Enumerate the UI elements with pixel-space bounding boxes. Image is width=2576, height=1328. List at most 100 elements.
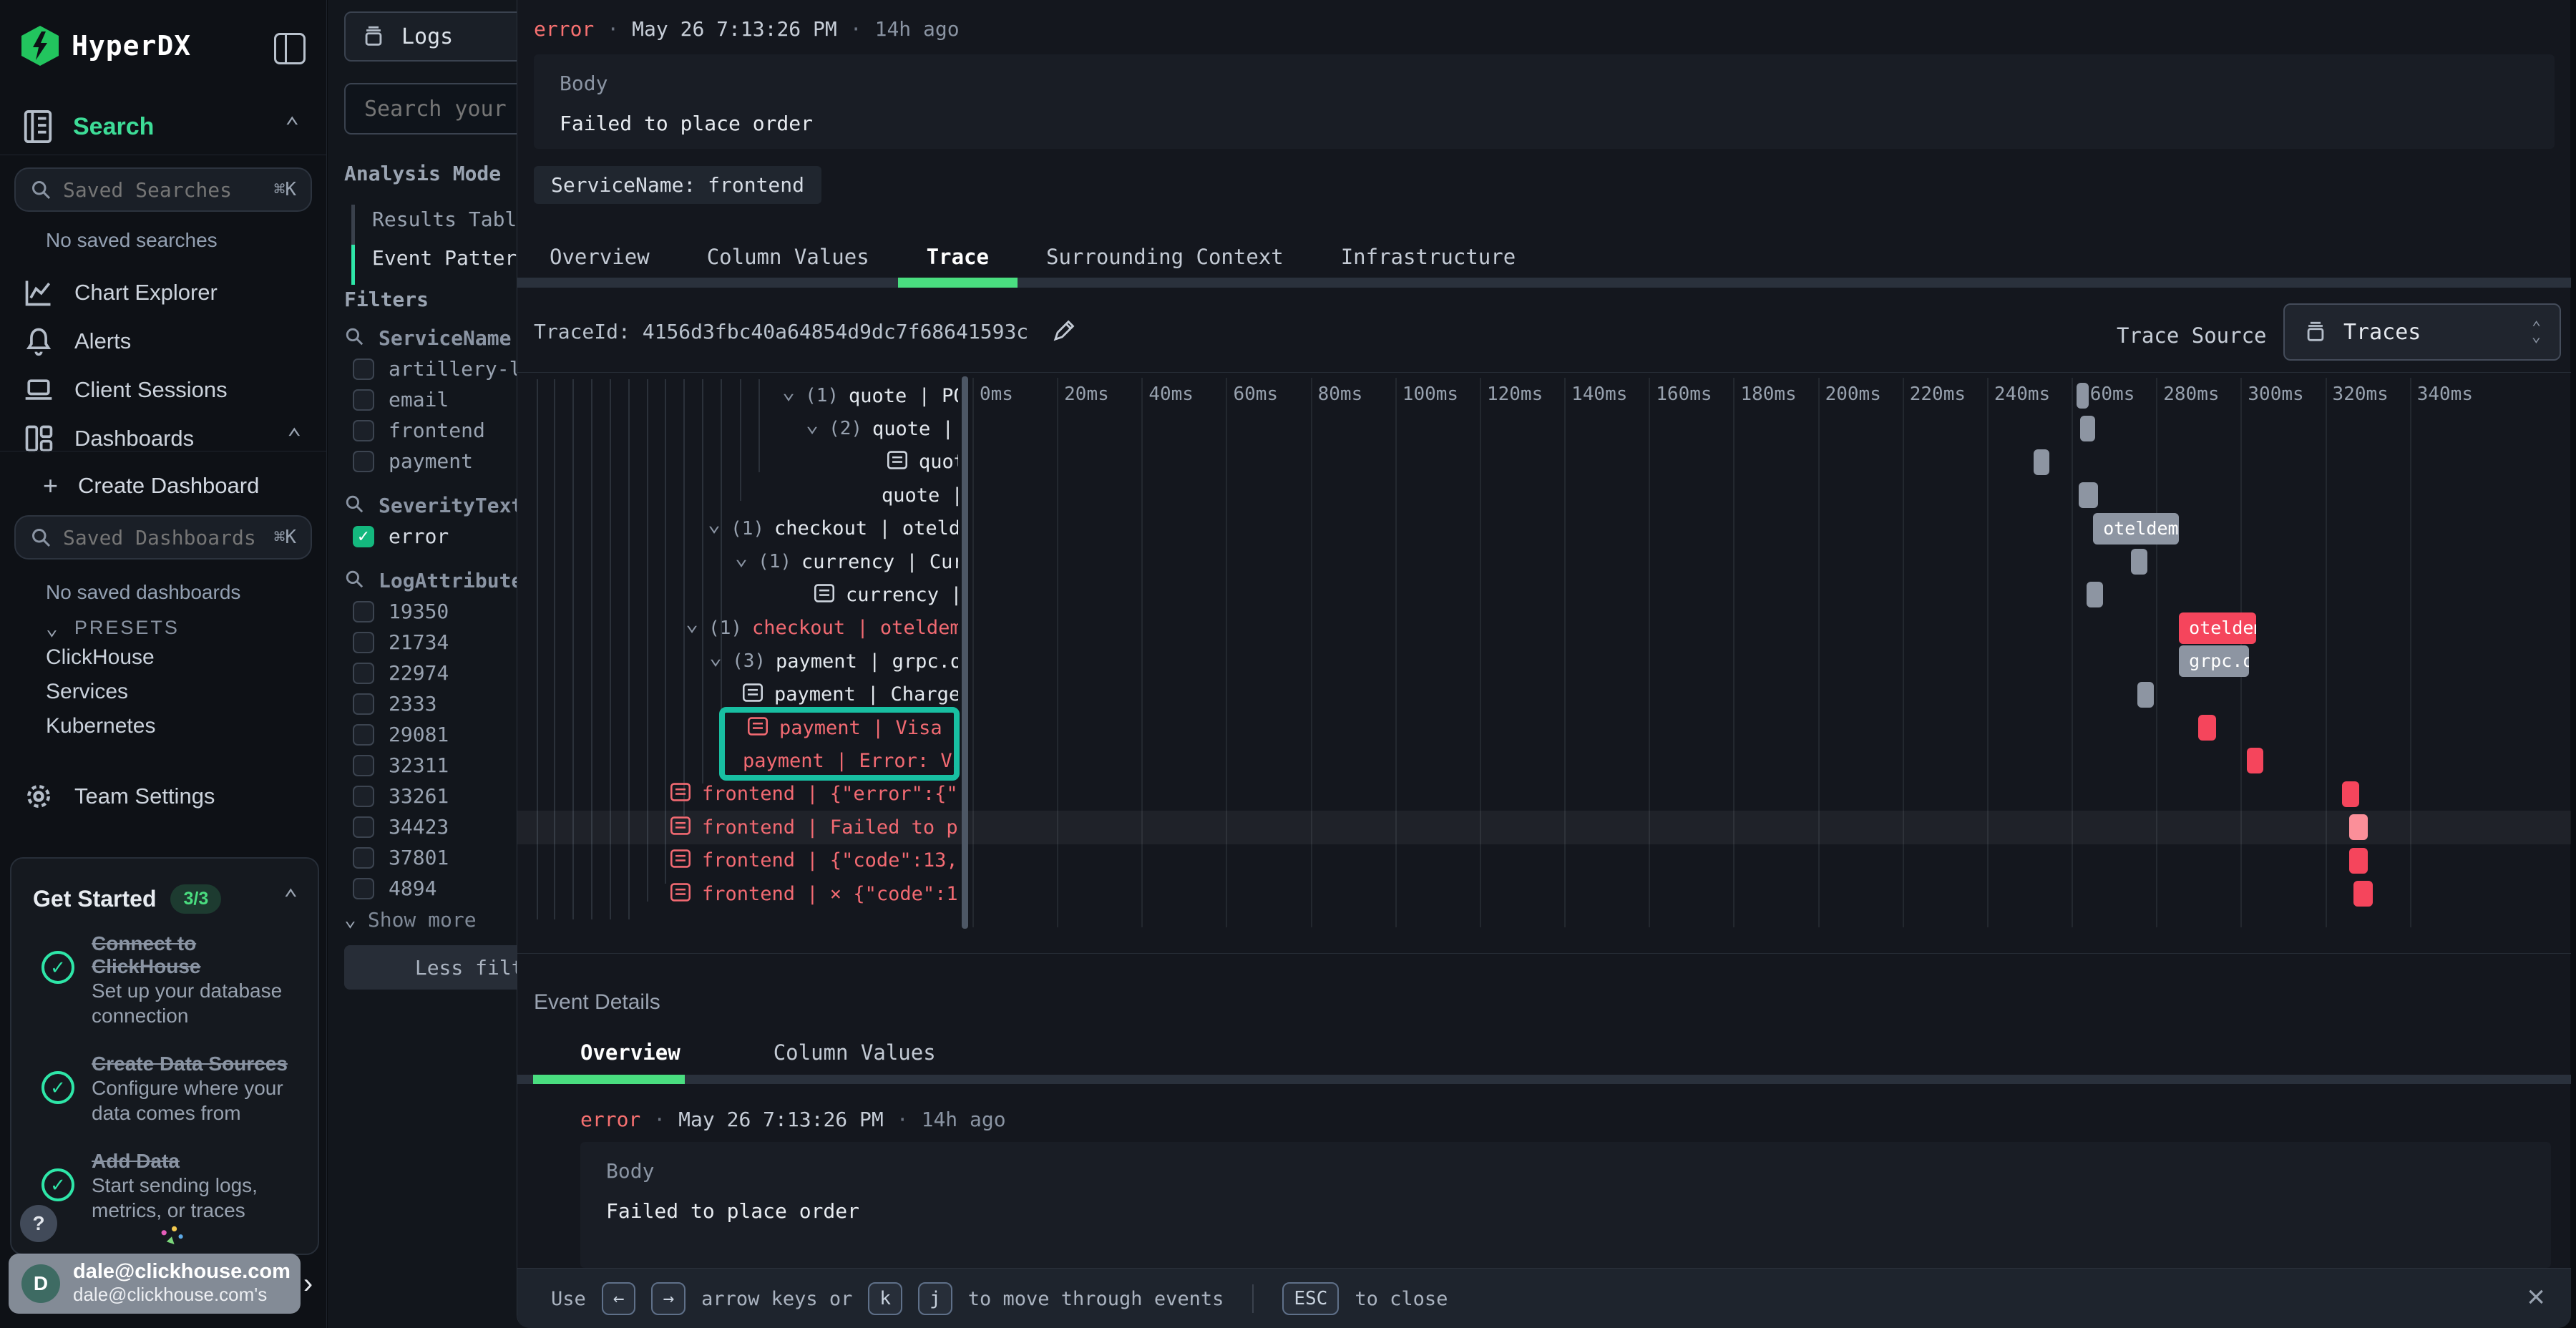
event-details-tab-overview[interactable]: Overview xyxy=(580,1036,680,1065)
trace-span-row[interactable]: frontend | {"error":{"code… xyxy=(517,778,2571,811)
analysis-mode-event-patterns[interactable]: Event Patterns xyxy=(372,246,541,270)
preset-item-services[interactable]: Services xyxy=(46,680,128,704)
span-duration-bar[interactable] xyxy=(2080,416,2095,441)
keycap-→[interactable]: → xyxy=(651,1282,686,1315)
span-duration-bar[interactable] xyxy=(2034,449,2049,475)
sidebar-item-team-settings[interactable]: Team Settings xyxy=(0,774,327,819)
keycap-esc[interactable]: ESC xyxy=(1282,1282,1339,1315)
event-detail-panel: error · May 26 7:13:26 PM · 14h ago Body… xyxy=(517,0,2570,1328)
span-duration-bar[interactable]: oteldem xyxy=(2093,513,2179,545)
search-icon[interactable] xyxy=(344,569,364,592)
span-duration-bar[interactable] xyxy=(2349,814,2368,840)
checkbox-checked[interactable]: ✓ xyxy=(353,526,374,547)
filter-group-name: LogAttributes xyxy=(379,569,535,592)
tree-chart-resizer-handle[interactable] xyxy=(962,376,968,929)
check-circle-icon: ✓ xyxy=(42,1071,74,1104)
checkbox-unchecked[interactable] xyxy=(353,451,374,472)
span-tree-cell: ⌄(1)checkout | oteldemo.… xyxy=(530,512,958,545)
trace-span-row[interactable]: quote | calc… xyxy=(517,479,2571,512)
trace-span-row[interactable]: ⌄(1)currency | Currenc… xyxy=(517,545,2571,578)
checkbox-unchecked[interactable] xyxy=(353,663,374,684)
expander-chevron-icon[interactable]: ⌄ xyxy=(806,412,819,437)
span-duration-bar[interactable]: grpc.o xyxy=(2179,645,2249,677)
trace-span-row[interactable]: frontend | {"code":13,"det… xyxy=(517,844,2571,877)
user-menu[interactable]: D dale@clickhouse.com dale@clickhouse.co… xyxy=(9,1254,301,1314)
sidebar-item-chart-explorer[interactable]: Chart Explorer xyxy=(0,270,327,315)
preset-item-kubernetes[interactable]: Kubernetes xyxy=(46,714,155,738)
trace-span-row[interactable]: ⌄(1)checkout | oteldemo.Pa…oteldem xyxy=(517,612,2571,645)
search-section-header[interactable]: Search xyxy=(21,109,154,145)
trace-span-row[interactable]: currency | Conv… xyxy=(517,578,2571,611)
keycap-j[interactable]: j xyxy=(918,1282,952,1315)
trace-span-row[interactable]: payment | Charge … xyxy=(517,678,2571,711)
body-card: Body Failed to place order xyxy=(534,54,2555,149)
checkbox-unchecked[interactable] xyxy=(353,816,374,838)
sidebar-collapse-icon[interactable] xyxy=(274,33,306,64)
tab-trace[interactable]: Trace xyxy=(927,240,989,288)
edit-pencil-icon[interactable] xyxy=(1050,318,1077,345)
span-duration-bar[interactable] xyxy=(2077,383,2089,409)
chevron-up-icon[interactable]: ⌄ xyxy=(285,120,299,135)
checkbox-unchecked[interactable] xyxy=(353,358,374,380)
trace-span-row[interactable]: ⌄(1)checkout | oteldemo.… oteldem xyxy=(517,512,2571,545)
get-started-item[interactable]: ✓Add DataStart sending logs, metrics, or… xyxy=(42,1150,301,1223)
get-started-item[interactable]: ✓Create Data SourcesConfigure where your… xyxy=(42,1053,301,1126)
search-icon[interactable] xyxy=(344,326,364,350)
sidebar-item-alerts[interactable]: Alerts xyxy=(0,319,327,363)
trace-span-row[interactable]: frontend | Failed to place… xyxy=(517,811,2571,844)
checkbox-unchecked[interactable] xyxy=(353,632,374,653)
analysis-mode-results-table[interactable]: Results Table xyxy=(372,208,529,231)
help-button[interactable]: ? xyxy=(20,1205,57,1242)
saved-dashboards-field[interactable] xyxy=(63,526,263,550)
span-duration-bar[interactable] xyxy=(2131,549,2147,575)
trace-span-row[interactable]: ⌄(3)payment | grpc.oteld…grpc.o xyxy=(517,645,2571,678)
get-started-item-title: Create Data Sources xyxy=(92,1053,306,1075)
search-icon[interactable] xyxy=(344,494,364,517)
checkbox-unchecked[interactable] xyxy=(353,389,374,411)
expander-chevron-icon[interactable]: ⌄ xyxy=(735,545,748,570)
trace-span-row[interactable]: frontend | × {"code":13,"d… xyxy=(517,877,2571,910)
span-duration-bar[interactable]: oteldem xyxy=(2179,612,2256,644)
checkbox-unchecked[interactable] xyxy=(353,601,374,622)
expander-chevron-icon[interactable]: ⌄ xyxy=(708,512,721,537)
log-event-icon xyxy=(669,882,692,906)
checkbox-unchecked[interactable] xyxy=(353,786,374,807)
span-duration-bar[interactable] xyxy=(2353,881,2373,907)
event-details-tab-column-values[interactable]: Column Values xyxy=(774,1036,936,1065)
checkbox-unchecked[interactable] xyxy=(353,878,374,899)
trace-source-select[interactable]: Traces ⌄⌄ xyxy=(2283,303,2561,361)
expander-chevron-icon[interactable]: ⌄ xyxy=(709,645,722,670)
span-duration-bar[interactable] xyxy=(2349,848,2368,874)
trace-span-row[interactable]: ⌄(2)quote | {cl… xyxy=(517,412,2571,445)
sidebar-item-dashboards[interactable]: Dashboards⌄ xyxy=(0,416,327,461)
saved-searches-input[interactable]: ⌘K xyxy=(14,167,312,212)
preset-item-clickhouse[interactable]: ClickHouse xyxy=(46,645,155,670)
expander-chevron-icon[interactable]: ⌄ xyxy=(782,379,795,404)
span-duration-bar[interactable] xyxy=(2247,748,2263,773)
service-name-chip[interactable]: ServiceName: frontend xyxy=(534,166,821,204)
chevron-up-icon[interactable]: ⌄ xyxy=(283,892,298,907)
trace-span-row[interactable]: ⌄(1)quote | POST … xyxy=(517,379,2571,412)
checkbox-unchecked[interactable] xyxy=(353,755,374,776)
span-duration-bar[interactable] xyxy=(2079,482,2098,508)
expander-chevron-icon[interactable]: ⌄ xyxy=(686,612,698,637)
presets-toggle[interactable]: ⌄ PRESETS xyxy=(46,617,180,639)
checkbox-unchecked[interactable] xyxy=(353,693,374,715)
keycap-k[interactable]: k xyxy=(868,1282,902,1315)
span-duration-bar[interactable] xyxy=(2087,582,2103,607)
saved-searches-field[interactable] xyxy=(63,178,263,202)
checkbox-unchecked[interactable] xyxy=(353,847,374,869)
span-duration-bar[interactable] xyxy=(2137,682,2154,708)
get-started-item[interactable]: ✓Connect to ClickHouseSet up your databa… xyxy=(42,932,301,1028)
trace-span-row[interactable]: quote | C… xyxy=(517,446,2571,479)
checkbox-unchecked[interactable] xyxy=(353,420,374,441)
close-icon[interactable]: × xyxy=(2527,1281,2545,1313)
saved-dashboards-input[interactable]: ⌘K xyxy=(14,515,312,560)
span-duration-bar[interactable] xyxy=(2342,781,2360,807)
create-dashboard-button[interactable]: + Create Dashboard xyxy=(0,464,327,508)
keycap-←[interactable]: ← xyxy=(602,1282,636,1315)
log-event-icon xyxy=(669,849,692,872)
sidebar-item-client-sessions[interactable]: Client Sessions xyxy=(0,368,327,412)
span-duration-bar[interactable] xyxy=(2198,715,2216,741)
checkbox-unchecked[interactable] xyxy=(353,724,374,746)
